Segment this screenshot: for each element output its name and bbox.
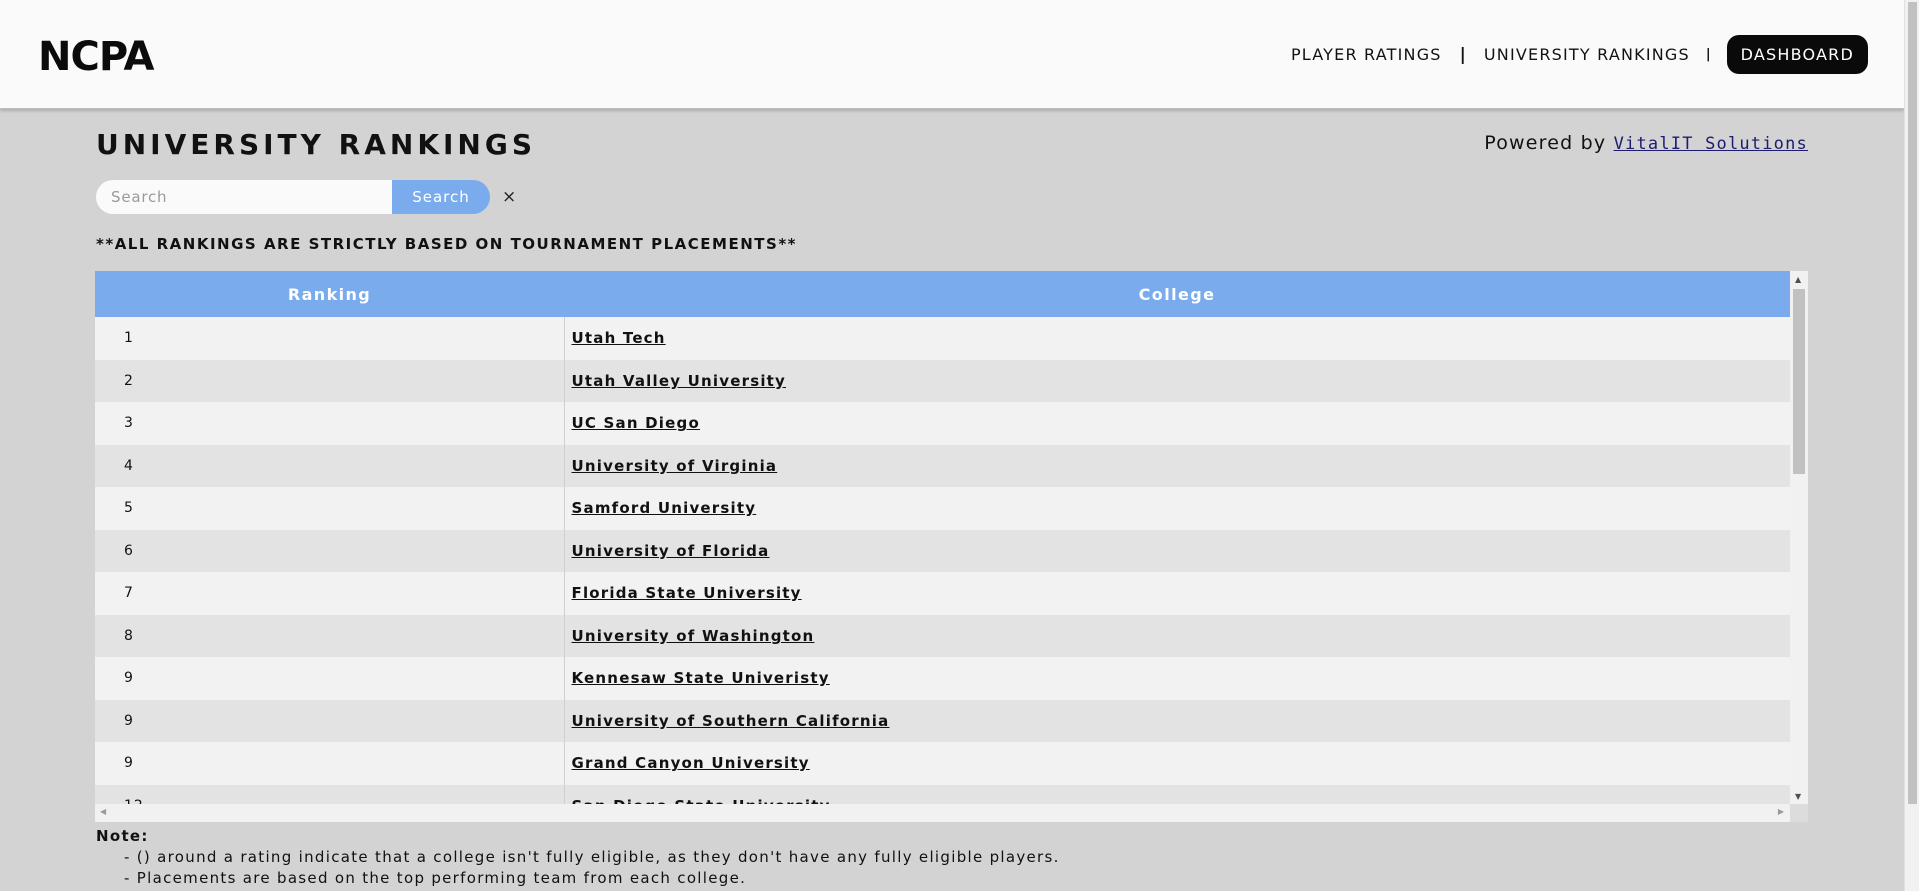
nav-separator: | [1705, 47, 1711, 62]
note-line: - Placements are based on the top perfor… [124, 869, 747, 887]
powered-by: Powered by VitalIT Solutions [1484, 132, 1808, 154]
table-scroll-thumb[interactable] [1793, 289, 1805, 474]
college-link[interactable]: University of Southern California [572, 712, 890, 730]
scroll-up-arrow-icon[interactable]: ▲ [1795, 275, 1801, 284]
college-cell: Samford University [564, 487, 1790, 530]
rank-cell: 3 [95, 402, 565, 445]
table-vertical-scrollbar[interactable]: ▲ ▼ [1790, 271, 1808, 804]
rank-cell: 4 [95, 444, 565, 487]
college-cell: Utah Valley University [564, 360, 1790, 403]
college-link[interactable]: Samford University [572, 499, 757, 517]
college-link[interactable]: Utah Tech [572, 329, 666, 347]
nav-university-rankings[interactable]: UNIVERSITY RANKINGS [1484, 45, 1690, 64]
page-scroll-thumb[interactable] [1908, 2, 1917, 804]
rankings-disclaimer: **ALL RANKINGS ARE STRICTLY BASED ON TOU… [96, 235, 798, 253]
note-heading: Note: [96, 827, 149, 845]
search-button[interactable]: Search [392, 180, 490, 214]
college-cell: Grand Canyon University [564, 742, 1790, 785]
table-row: 9 University of Southern California [95, 699, 1790, 743]
rank-cell: 1 [95, 317, 565, 360]
page-title: UNIVERSITY RANKINGS [96, 128, 537, 161]
main-nav: PLAYER RATINGS | UNIVERSITY RANKINGS | D… [1291, 35, 1868, 74]
rank-cell: 5 [95, 487, 565, 530]
scroll-down-arrow-icon[interactable]: ▼ [1795, 792, 1801, 801]
college-link[interactable]: Kennesaw State Univeristy [572, 669, 830, 687]
college-link[interactable]: University of Virginia [572, 457, 778, 475]
college-cell: Florida State University [564, 572, 1790, 615]
rank-cell: 9 [95, 657, 565, 700]
rank-cell: 7 [95, 572, 565, 615]
table-row: 9 Grand Canyon University [95, 742, 1790, 785]
scroll-left-arrow-icon[interactable]: ◀ [100, 807, 106, 816]
vitalit-solutions-link[interactable]: VitalIT Solutions [1614, 134, 1808, 154]
college-cell: University of Washington [564, 615, 1790, 658]
table-row: 2 Utah Valley University [95, 359, 1790, 403]
page-vertical-scrollbar[interactable] [1904, 0, 1919, 891]
table-row: 6 University of Florida [95, 529, 1790, 573]
rankings-table-container: Ranking College 1 Utah Tech 2 Utah Valley … [95, 271, 1808, 822]
powered-by-label: Powered by [1484, 132, 1614, 154]
college-cell: UC San Diego [564, 402, 1790, 445]
rank-cell: 9 [95, 699, 565, 742]
college-link[interactable]: University of Florida [572, 542, 770, 560]
rankings-table: Ranking College 1 Utah Tech 2 Utah Valley … [95, 271, 1790, 822]
college-link[interactable]: Florida State University [572, 584, 802, 602]
search-bar: Search × [96, 180, 516, 214]
college-link[interactable]: Grand Canyon University [572, 754, 810, 772]
scrollbar-corner [1790, 804, 1808, 822]
college-link[interactable]: University of Washington [572, 627, 815, 645]
college-cell: Utah Tech [564, 317, 1790, 360]
rank-cell: 6 [95, 529, 565, 572]
nav-player-ratings[interactable]: PLAYER RATINGS [1291, 45, 1442, 64]
rank-cell: 8 [95, 614, 565, 657]
ncpa-logo[interactable]: NCPA [38, 34, 154, 80]
rank-cell: 2 [95, 359, 565, 402]
nav-separator: | [1459, 44, 1466, 65]
table-row: 1 Utah Tech [95, 317, 1790, 360]
dashboard-button[interactable]: DASHBOARD [1726, 35, 1868, 74]
search-input[interactable] [96, 180, 392, 214]
college-cell: University of Florida [564, 530, 1790, 573]
college-cell: University of Southern California [564, 700, 1790, 743]
clear-search-icon[interactable]: × [502, 187, 516, 207]
rankings-note: Note: - () around a rating indicate that… [96, 826, 1060, 889]
scroll-right-arrow-icon[interactable]: ▶ [1778, 807, 1784, 816]
college-link[interactable]: Utah Valley University [572, 372, 787, 390]
college-column-header[interactable]: College [564, 271, 1790, 317]
table-row: 3 UC San Diego [95, 402, 1790, 445]
table-row: 8 University of Washington [95, 614, 1790, 658]
table-row: 7 Florida State University [95, 572, 1790, 615]
college-link[interactable]: UC San Diego [572, 414, 700, 432]
note-line: - () around a rating indicate that a col… [124, 848, 1060, 866]
table-row: 9 Kennesaw State Univeristy [95, 657, 1790, 700]
top-navigation-bar: NCPA PLAYER RATINGS | UNIVERSITY RANKING… [0, 0, 1904, 109]
college-cell: University of Virginia [564, 445, 1790, 488]
rank-cell: 9 [95, 742, 565, 785]
ranking-column-header[interactable]: Ranking [95, 271, 564, 317]
table-row: 5 Samford University [95, 487, 1790, 530]
table-horizontal-scrollbar[interactable]: ◀ ▶ [95, 804, 1790, 822]
table-header-row: Ranking College [95, 271, 1790, 317]
table-row: 4 University of Virginia [95, 444, 1790, 488]
college-cell: Kennesaw State Univeristy [564, 657, 1790, 700]
